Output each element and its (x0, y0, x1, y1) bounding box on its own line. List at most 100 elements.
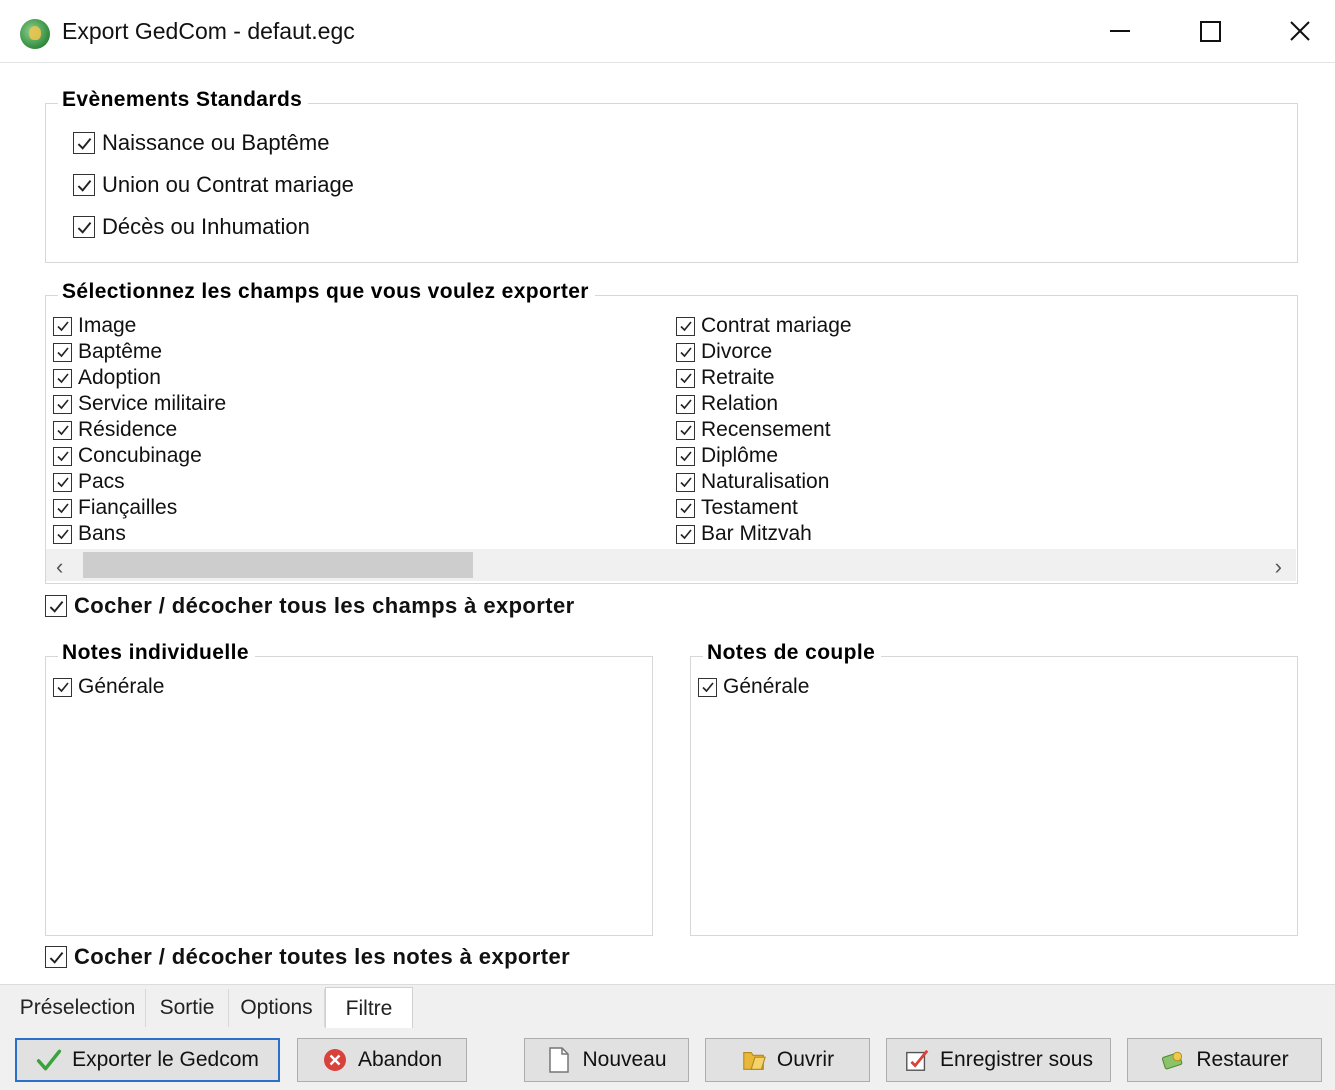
button-bar: Exporter le Gedcom Abandon Nouveau Ouvri… (0, 1028, 1335, 1090)
export-gedcom-button[interactable]: Exporter le Gedcom (15, 1038, 280, 1082)
fields-horizontal-scrollbar[interactable]: ‹ › (46, 549, 1296, 581)
save-as-button[interactable]: Enregistrer sous (886, 1038, 1111, 1082)
checkbox-naissance[interactable]: Naissance ou Baptême (73, 130, 329, 156)
minimize-button[interactable] (1090, 8, 1150, 54)
checkbox-box[interactable] (53, 524, 72, 544)
checkbox-box[interactable] (676, 394, 695, 414)
checkmark-icon (679, 529, 692, 540)
new-button[interactable]: Nouveau (524, 1038, 689, 1082)
checkmark-icon (679, 373, 692, 384)
checkmark-icon (77, 137, 91, 150)
button-label: Nouveau (582, 1048, 667, 1071)
checkbox-box[interactable] (53, 498, 72, 518)
field-testament[interactable]: Testament (676, 496, 798, 520)
field-service-militaire[interactable]: Service militaire (53, 392, 226, 416)
field-recensement[interactable]: Recensement (676, 418, 831, 442)
checkbox-box[interactable] (676, 472, 695, 492)
toggle-all-notes-checkbox[interactable]: Cocher / décocher toutes les notes à exp… (45, 944, 570, 970)
checkbox-label: Générale (723, 675, 810, 698)
checkbox-box[interactable] (676, 316, 695, 336)
notes-couple-generale[interactable]: Générale (698, 675, 809, 699)
checkbox-box[interactable] (676, 524, 695, 544)
checkbox-box[interactable] (53, 394, 72, 414)
toggle-all-fields-checkbox[interactable]: Cocher / décocher tous les champs à expo… (45, 593, 575, 619)
field-relation[interactable]: Relation (676, 392, 778, 416)
tab-bar: Préselection Sortie Options Filtre (0, 984, 1335, 1030)
checkbox-box[interactable] (676, 420, 695, 440)
checkbox-box[interactable] (676, 498, 695, 518)
field-retraite[interactable]: Retraite (676, 366, 775, 390)
field-diplome[interactable]: Diplôme (676, 444, 778, 468)
field-fiancailles[interactable]: Fiançailles (53, 496, 177, 520)
tab-label: Options (240, 996, 313, 1019)
checkbox-box[interactable] (53, 368, 72, 388)
checkbox-box[interactable] (698, 677, 717, 697)
checkmark-icon (56, 682, 69, 693)
field-image[interactable]: Image (53, 314, 136, 338)
checkmark-icon (701, 682, 714, 693)
checkmark-icon (56, 425, 69, 436)
checkbox-box[interactable] (676, 342, 695, 362)
checkbox-box[interactable] (73, 132, 95, 154)
checkmark-icon (77, 221, 91, 234)
checkbox-label: Bar Mitzvah (701, 522, 812, 545)
checkbox-deces[interactable]: Décès ou Inhumation (73, 214, 310, 240)
checkbox-box[interactable] (73, 216, 95, 238)
field-naturalisation[interactable]: Naturalisation (676, 470, 829, 494)
tab-options[interactable]: Options (229, 989, 325, 1027)
tab-preselection[interactable]: Préselection (10, 989, 146, 1027)
field-bar-mitzvah[interactable]: Bar Mitzvah (676, 522, 812, 546)
field-bapteme[interactable]: Baptême (53, 340, 162, 364)
checkbox-box[interactable] (53, 342, 72, 362)
tab-label: Filtre (345, 997, 393, 1020)
notes-individual-generale[interactable]: Générale (53, 675, 164, 699)
scroll-right-icon[interactable]: › (1275, 554, 1282, 580)
checkbox-label: Résidence (78, 418, 178, 441)
checkbox-box[interactable] (53, 677, 72, 697)
field-bans[interactable]: Bans (53, 522, 126, 546)
field-pacs[interactable]: Pacs (53, 470, 125, 494)
fields-group: Sélectionnez les champs que vous voulez … (45, 280, 1298, 584)
window-title: Export GedCom - defaut.egc (62, 18, 355, 44)
open-button[interactable]: Ouvrir (705, 1038, 870, 1082)
abort-button[interactable]: Abandon (297, 1038, 467, 1082)
button-label: Restaurer (1196, 1048, 1289, 1071)
checkbox-label: Relation (701, 392, 779, 415)
checkmark-icon (49, 600, 63, 613)
button-label: Abandon (357, 1048, 443, 1071)
restore-button[interactable]: Restaurer (1127, 1038, 1322, 1082)
field-concubinage[interactable]: Concubinage (53, 444, 202, 468)
checkmark-icon (56, 321, 69, 332)
checkbox-box[interactable] (676, 368, 695, 388)
checkmark-icon (56, 399, 69, 410)
scroll-left-icon[interactable]: ‹ (56, 554, 63, 580)
field-residence[interactable]: Résidence (53, 418, 177, 442)
tab-filtre[interactable]: Filtre (325, 987, 413, 1030)
tab-label: Préselection (19, 996, 136, 1019)
checkbox-label: Adoption (78, 366, 161, 389)
close-button[interactable] (1270, 8, 1330, 54)
checkmark-icon (679, 503, 692, 514)
field-contrat-mariage[interactable]: Contrat mariage (676, 314, 852, 338)
checkbox-box[interactable] (45, 946, 67, 968)
checkmark-icon (679, 347, 692, 358)
checkbox-box[interactable] (45, 595, 67, 617)
checkbox-box[interactable] (676, 446, 695, 466)
field-adoption[interactable]: Adoption (53, 366, 161, 390)
minimize-icon (1110, 30, 1130, 32)
tab-sortie[interactable]: Sortie (146, 989, 229, 1027)
maximize-button[interactable] (1180, 8, 1240, 54)
scrollbar-thumb[interactable] (83, 552, 473, 578)
checkbox-box[interactable] (73, 174, 95, 196)
checkbox-box[interactable] (53, 316, 72, 336)
field-divorce[interactable]: Divorce (676, 340, 772, 364)
checkbox-box[interactable] (53, 472, 72, 492)
checkbox-box[interactable] (53, 420, 72, 440)
checkmark-icon (679, 425, 692, 436)
checkbox-label: Bans (78, 522, 126, 545)
checkmark-icon (56, 347, 69, 358)
button-label: Exporter le Gedcom (72, 1048, 259, 1071)
checkbox-box[interactable] (53, 446, 72, 466)
checkbox-union[interactable]: Union ou Contrat mariage (73, 172, 354, 198)
checkbox-label: Retraite (701, 366, 775, 389)
